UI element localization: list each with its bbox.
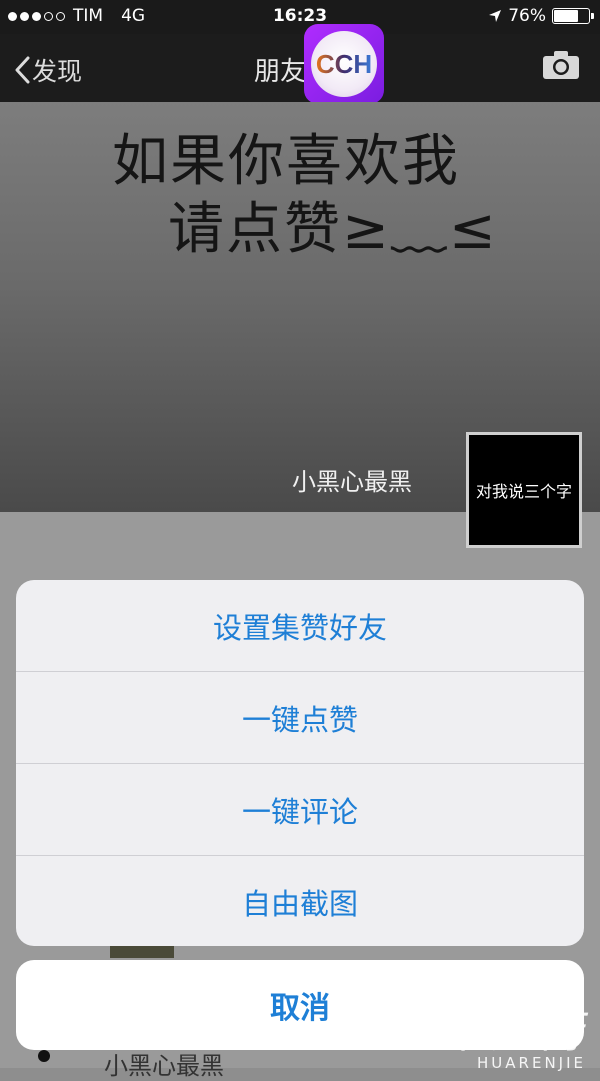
feed-post-author: 小黑心最黑 [104, 1052, 224, 1080]
cch-badge-circle: CCH [311, 31, 377, 97]
page-title: 朋友 [254, 57, 307, 87]
location-arrow-icon [489, 10, 502, 22]
cover-text-line2: 请点赞≥﹏≤ [168, 197, 498, 262]
cch-overlay-badge[interactable]: CCH [304, 24, 384, 104]
action-one-click-comment[interactable]: 一键评论 [16, 764, 584, 856]
action-sheet: 设置集赞好友 一键点赞 一键评论 自由截图 [16, 580, 584, 946]
chevron-left-icon [15, 56, 30, 84]
profile-name: 小黑心最黑 [292, 468, 412, 496]
battery-fill [554, 10, 578, 22]
nav-bar: 发现 朋友 [0, 34, 600, 102]
action-set-like-friends[interactable]: 设置集赞好友 [16, 580, 584, 672]
status-bar: TIM 4G 16:23 76% [0, 0, 600, 34]
camera-icon[interactable] [542, 50, 580, 80]
watermark-logo-text: 華人街 [442, 1007, 586, 1058]
battery-percent: 76% [508, 6, 546, 26]
feed-thumbnail [110, 946, 174, 958]
watermark-logo: 華人街 HUARENJIE [442, 996, 586, 1072]
status-right: 76% [488, 6, 594, 26]
action-one-click-like[interactable]: 一键点赞 [16, 672, 584, 764]
back-button[interactable]: 发现 [14, 52, 82, 88]
back-label: 发现 [32, 57, 83, 86]
location-pin-icon [38, 1050, 50, 1062]
battery-icon [552, 8, 594, 24]
battery-tip [591, 13, 594, 19]
action-free-screenshot[interactable]: 自由截图 [16, 856, 584, 946]
cch-badge-text: CCH [315, 48, 373, 79]
avatar[interactable]: 对我说三个字 [466, 432, 582, 548]
avatar-text: 对我说三个字 [475, 482, 572, 501]
